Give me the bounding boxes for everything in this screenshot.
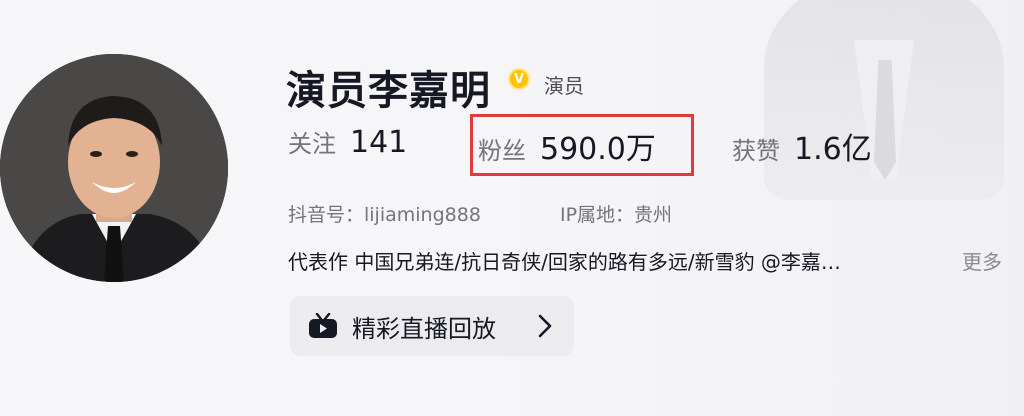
following-label: 关注 — [288, 130, 336, 158]
stat-following[interactable]: 关注 141 — [288, 124, 407, 160]
fans-count: 590.0万 — [540, 132, 656, 167]
live-replay-button[interactable]: 精彩直播回放 — [290, 296, 574, 356]
fans-label: 粉丝 — [478, 137, 526, 165]
likes-count: 1.6亿 — [794, 132, 872, 167]
douyin-id: 抖音号：lijiaming888 — [288, 204, 481, 226]
profile-name: 演员李嘉明 — [286, 68, 491, 114]
following-count: 141 — [350, 125, 408, 160]
verified-icon: V — [508, 68, 530, 90]
tv-icon — [309, 313, 337, 338]
stat-likes: 获赞 1.6亿 — [732, 124, 872, 168]
bio-text: 代表作 中国兄弟连/抗日奇侠/回家的路有多远/新雪豹 @李嘉… — [288, 250, 841, 274]
verified-role: 演员 — [544, 74, 584, 98]
more-link[interactable]: 更多 — [962, 246, 1002, 275]
stat-fans[interactable]: 粉丝 590.0万 — [478, 124, 656, 168]
live-replay-label: 精彩直播回放 — [352, 314, 496, 343]
likes-label: 获赞 — [732, 137, 780, 165]
ip-location: IP属地：贵州 — [560, 204, 673, 226]
avatar[interactable] — [0, 54, 228, 282]
background-banner-image — [724, 0, 1024, 416]
chevron-right-icon — [538, 314, 552, 338]
avatar-portrait — [0, 54, 228, 282]
